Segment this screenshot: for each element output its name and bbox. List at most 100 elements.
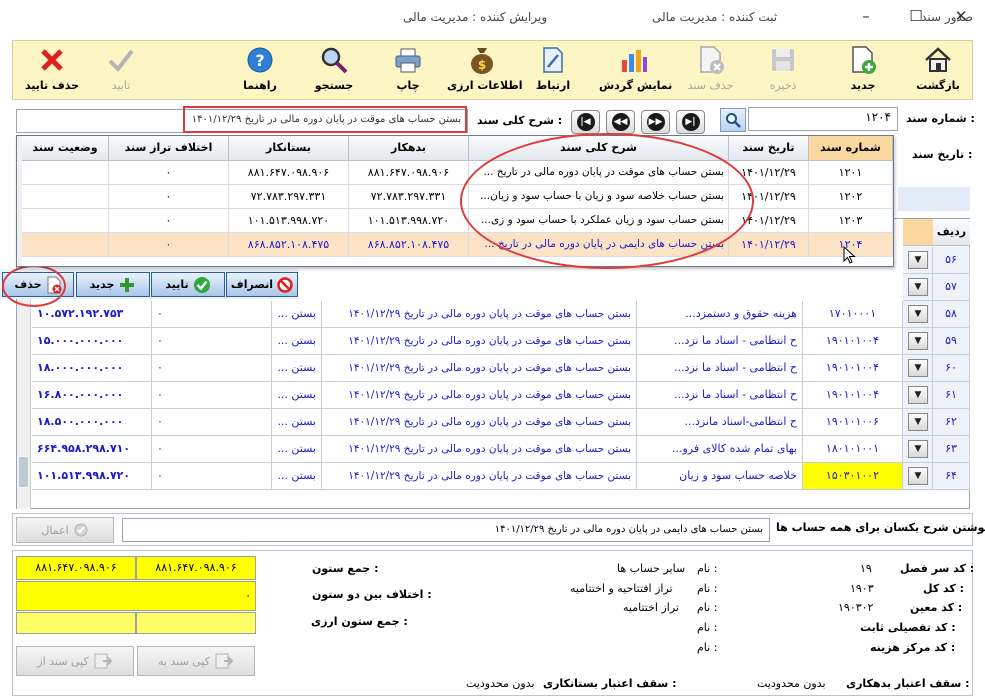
- show-turnover-button[interactable]: نمایش گردش: [599, 45, 672, 97]
- entry-cell[interactable]: ۱۹۰۱۰۱۰۰۴: [803, 355, 903, 382]
- entry-cell[interactable]: ۱۶.۸۰۰.۰۰۰.۰۰۰: [32, 382, 152, 409]
- debit-header[interactable]: بدهکار: [349, 136, 469, 161]
- doc-lookup-cell[interactable]: ۱۴۰۱/۱۲/۲۹: [729, 233, 809, 257]
- entry-cell[interactable]: ۶۶۴.۹۵۸.۲۹۸.۷۱۰: [32, 436, 152, 463]
- row-dropdown-icon[interactable]: ▼: [908, 278, 928, 296]
- entry-cell[interactable]: بستن حساب های موقت در پایان دوره مالی در…: [322, 328, 637, 355]
- doc-lookup-cell[interactable]: ۸۸۱.۶۴۷.۰۹۸.۹۰۶: [229, 161, 349, 185]
- row-number[interactable]: ۵۶: [933, 247, 970, 274]
- nav-next-button[interactable]: ▶▶: [641, 110, 670, 134]
- row-dropdown-icon[interactable]: ▼: [908, 305, 928, 323]
- doc-lookup-cell[interactable]: ۱۲۰۲: [809, 185, 893, 209]
- print-button[interactable]: چاپ: [388, 45, 428, 97]
- entry-cell[interactable]: ح انتظامی - اسناد ما نزد...: [637, 355, 803, 382]
- row-dropdown-icon[interactable]: ▼: [908, 413, 928, 431]
- entry-cell[interactable]: ▼: [903, 436, 933, 463]
- row-number[interactable]: ۵۸: [933, 301, 970, 328]
- entry-cell[interactable]: ۱۷۰۱۰۰۰۱: [803, 301, 903, 328]
- row-dropdown-icon[interactable]: ▼: [908, 359, 928, 377]
- row-new-button[interactable]: جدید: [76, 272, 150, 297]
- entry-cell[interactable]: ▼: [903, 409, 933, 436]
- delete-doc-button[interactable]: حذف سند: [683, 45, 738, 97]
- doc-lookup-cell[interactable]: ۸۶۸.۸۵۲.۱۰۸.۴۷۵: [349, 233, 469, 257]
- scroll-thumb[interactable]: [19, 457, 28, 487]
- minimize-button[interactable]: –: [846, 4, 886, 28]
- entry-cell[interactable]: هزینه حقوق و دستمزد...: [637, 301, 803, 328]
- entry-cell[interactable]: بستن ...: [272, 301, 322, 328]
- nav-prev-button[interactable]: ◀◀: [606, 110, 635, 134]
- search-button[interactable]: جستجو: [309, 45, 359, 97]
- entry-cell[interactable]: بستن حساب های موقت در پایان دوره مالی در…: [322, 409, 637, 436]
- entry-cell[interactable]: بستن حساب های موقت در پایان دوره مالی در…: [322, 463, 637, 490]
- entry-cell[interactable]: بستن ...: [272, 328, 322, 355]
- doc-lookup-cell[interactable]: ۱۲۰۱: [809, 161, 893, 185]
- entry-cell[interactable]: ▼: [903, 463, 933, 490]
- entry-cell[interactable]: ح انتظامی - اسناد ما نزد...: [637, 382, 803, 409]
- doc-status-header[interactable]: وضعیت سند: [22, 136, 109, 161]
- uniform-desc-input[interactable]: بستن حساب های دایمی در پایان دوره مالی د…: [122, 518, 770, 542]
- confirm-button[interactable]: تایید: [99, 45, 143, 97]
- entry-cell[interactable]: بستن ...: [272, 463, 322, 490]
- copy-from-button[interactable]: کپی سند از: [16, 646, 134, 676]
- entry-cell[interactable]: ▼: [903, 382, 933, 409]
- entry-cell[interactable]: ۱۵.۰۰۰.۰۰۰.۰۰۰: [32, 328, 152, 355]
- credit-header[interactable]: بستانکار: [229, 136, 349, 161]
- new-doc-button[interactable]: جدید: [838, 45, 888, 97]
- entry-cell[interactable]: ۰: [152, 355, 272, 382]
- entry-cell[interactable]: ۰: [152, 409, 272, 436]
- entry-cell[interactable]: ۱۹۰۱۰۱۰۰۴: [803, 382, 903, 409]
- doc-lookup-cell[interactable]: ۱۰۱.۵۱۳.۹۹۸.۷۲۰: [349, 209, 469, 233]
- doc-lookup-cell[interactable]: [22, 233, 109, 257]
- entry-cell[interactable]: ۱۹۰۱۰۱۰۰۶: [803, 409, 903, 436]
- entry-cell[interactable]: ۰: [152, 328, 272, 355]
- doc-number-header[interactable]: شماره سند: [809, 136, 893, 161]
- doc-lookup-dropdown[interactable]: شماره سند تاریخ سند شرح کلی سند بدهکار بستان…: [16, 135, 894, 267]
- row-number[interactable]: ۶۴: [933, 463, 970, 490]
- close-window-button[interactable]: ✕: [941, 4, 981, 28]
- entry-cell[interactable]: بهای تمام شده کالای فرو...: [637, 436, 803, 463]
- doc-number-input[interactable]: ۱۲۰۴: [748, 107, 898, 131]
- entry-cell[interactable]: ۱۵۰۳۰۱۰۰۲: [803, 463, 903, 490]
- row-number[interactable]: ۵۹: [933, 328, 970, 355]
- doc-lookup-cell[interactable]: ۷۲.۷۸۳.۲۹۷.۳۳۱: [349, 185, 469, 209]
- entry-cell[interactable]: بستن ...: [272, 436, 322, 463]
- grid-scrollbar[interactable]: [17, 297, 31, 509]
- apply-button[interactable]: اعمال: [16, 517, 114, 543]
- doc-lookup-cell[interactable]: [22, 209, 109, 233]
- doc-lookup-cell[interactable]: ۸۶۸.۸۵۲.۱۰۸.۴۷۵: [229, 233, 349, 257]
- row-number[interactable]: ۵۷: [933, 274, 970, 301]
- row-number[interactable]: ۶۰: [933, 355, 970, 382]
- cancel-button[interactable]: انصراف: [226, 272, 298, 297]
- doc-lookup-cell[interactable]: ۸۸۱.۶۴۷.۰۹۸.۹۰۶: [349, 161, 469, 185]
- nav-last-button[interactable]: ▶|: [676, 110, 705, 134]
- row-dropdown-icon[interactable]: ▼: [908, 467, 928, 485]
- entry-cell[interactable]: ۱۸۰۱۰۱۰۰۱: [803, 436, 903, 463]
- row-dropdown-icon[interactable]: ▼: [908, 332, 928, 350]
- entry-cell[interactable]: ۰: [152, 463, 272, 490]
- balance-diff-header[interactable]: اختلاف تراز سند: [109, 136, 229, 161]
- row-number[interactable]: ۶۲: [933, 409, 970, 436]
- doc-lookup-cell[interactable]: ۷۲.۷۸۳.۲۹۷.۳۳۱: [229, 185, 349, 209]
- currency-info-button[interactable]: $ اطلاعات ارزی: [447, 45, 523, 97]
- entry-cell[interactable]: بستن ...: [272, 355, 322, 382]
- row-number[interactable]: ۶۳: [933, 436, 970, 463]
- doc-lookup-cell[interactable]: ۰: [109, 185, 229, 209]
- entry-cell[interactable]: ۱۰۱.۵۱۳.۹۹۸.۷۲۰: [32, 463, 152, 490]
- row-number[interactable]: ۶۱: [933, 382, 970, 409]
- entry-cell[interactable]: بستن حساب های موقت در پایان دوره مالی در…: [322, 301, 637, 328]
- entry-cell[interactable]: خلاصه حساب سود و زیان: [637, 463, 803, 490]
- entry-cell[interactable]: ح انتظامی-اسناد مانزد...: [637, 409, 803, 436]
- dropdown-scrollbar[interactable]: [17, 136, 22, 266]
- entry-cell[interactable]: بستن حساب های موقت در پایان دوره مالی در…: [322, 355, 637, 382]
- entry-cell[interactable]: ▼: [903, 328, 933, 355]
- entry-cell[interactable]: ۱۰.۵۷۲.۱۹۲.۷۵۳: [32, 301, 152, 328]
- doc-lookup-cell[interactable]: ۱۰۱.۵۱۳.۹۹۸.۷۲۰: [229, 209, 349, 233]
- entry-cell[interactable]: ▼: [903, 274, 933, 301]
- entry-cell[interactable]: بستن ...: [272, 409, 322, 436]
- back-button[interactable]: بازگشت: [906, 45, 970, 97]
- entry-cell[interactable]: ۰: [152, 436, 272, 463]
- entry-cell[interactable]: بستن حساب های موقت در پایان دوره مالی در…: [322, 436, 637, 463]
- row-dropdown-icon[interactable]: ▼: [908, 440, 928, 458]
- entry-cell[interactable]: ▼: [903, 301, 933, 328]
- doc-lookup-cell[interactable]: [22, 161, 109, 185]
